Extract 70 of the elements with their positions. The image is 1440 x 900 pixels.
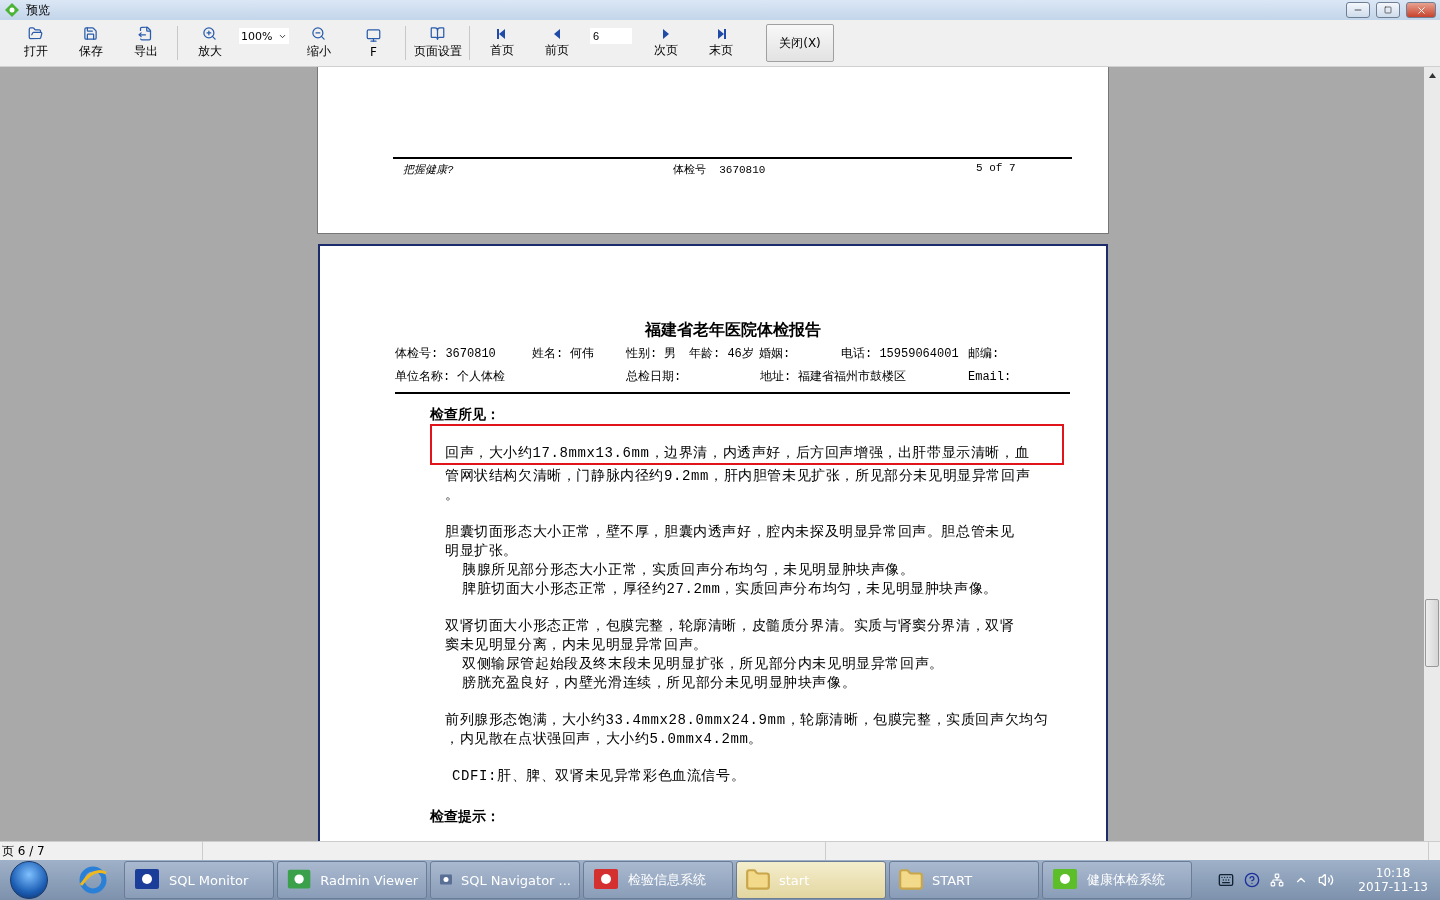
toolbar-button[interactable]: 缩小 (291, 20, 346, 66)
info-field: 邮编: (968, 345, 1028, 362)
section-heading: 检查所见： (430, 406, 501, 424)
info-field: 姓名: 何伟 (532, 345, 626, 362)
folder-icon (745, 867, 771, 893)
folder-icon (28, 26, 43, 41)
report-line: 双肾切面大小形态正常，包膜完整，轮廓清晰，皮髓质分界清。实质与肾窦分界清，双肾 (445, 617, 1016, 636)
footer-page-count: 5 of 7 (976, 162, 1017, 176)
toolbar-button[interactable]: 页面设置 (410, 20, 465, 66)
zoom-out-icon (311, 26, 326, 41)
footer-slogan: 把握健康? (403, 163, 455, 177)
save-icon (83, 26, 98, 41)
book-icon (430, 26, 445, 41)
volume-icon[interactable] (1318, 872, 1335, 888)
close-button[interactable]: 关闭(X) (766, 24, 834, 62)
report-title: 福建省老年医院体检报告 (643, 320, 822, 341)
toolbar-button[interactable]: 次页 (638, 20, 693, 66)
toolbar-button[interactable]: 打开 (8, 20, 63, 66)
close-icon (1415, 4, 1427, 16)
toolbar-button[interactable]: 末页 (693, 20, 748, 66)
maximize-icon (1384, 6, 1392, 14)
page-number-field[interactable]: 6 (590, 28, 632, 44)
info-field: 年龄: 46岁 (689, 345, 759, 362)
monitor-icon (366, 27, 381, 43)
report-line: 回声，大小约17.8mmx13.6mm，边界清，内透声好，后方回声增强，出肝带显示清晰，血 (445, 444, 1031, 463)
scroll-up-icon[interactable] (1428, 72, 1436, 78)
network-icon[interactable] (1270, 873, 1285, 887)
window-title: 预览 (26, 1, 51, 19)
section-heading: 检查提示： (430, 808, 501, 826)
toolbar-button[interactable]: 保存 (63, 20, 118, 66)
folder-icon (898, 867, 924, 893)
zoom-select[interactable]: 100% (239, 28, 289, 44)
export-icon (138, 26, 153, 41)
start-button[interactable] (10, 861, 48, 899)
app-logo-icon (4, 2, 20, 18)
toolbar-button[interactable]: 放大 (182, 20, 237, 66)
toolbar-button[interactable]: 导出 (118, 20, 173, 66)
info-field: 婚姻: (759, 345, 841, 362)
report-line: 双侧输尿管起始段及终末段未见明显扩张，所见部分内未见明显异常回声。 (461, 655, 945, 674)
toolbar-button[interactable]: F (346, 20, 401, 66)
report-line: 明显扩张。 (445, 542, 519, 561)
minimize-button[interactable] (1346, 2, 1370, 18)
report-line: 胰腺所见部分形态大小正常，实质回声分布均匀，未见明显肿块声像。 (461, 561, 916, 580)
first-page-icon (495, 27, 508, 40)
toolbar-button[interactable]: 首页 (474, 20, 529, 66)
report-line: 窦未见明显分离，内未见明显异常回声。 (445, 636, 709, 655)
footer-exam-number: 体检号 3670810 (673, 163, 767, 177)
keyboard-icon[interactable] (1218, 872, 1235, 888)
info-field: 地址: 福建省福州市鼓楼区 (760, 368, 968, 385)
report-line: 前列腺形态饱满，大小约33.4mmx28.0mmx24.9mm，轮廓清晰，包膜完整，实质回声欠均匀 (445, 711, 1050, 730)
info-field: 单位名称: 个人体检 (395, 368, 626, 385)
report-line: ，内见散在点状强回声，大小约5.0mmx4.2mm。 (445, 730, 764, 749)
close-window-button[interactable] (1406, 2, 1436, 18)
report-line: 脾脏切面大小形态正常，厚径约27.2mm，实质回声分布均匀，未见明显肿块声像。 (461, 580, 999, 599)
scroll-thumb[interactable] (1425, 599, 1439, 667)
maximize-button[interactable] (1376, 2, 1400, 18)
help-icon[interactable] (1244, 872, 1261, 888)
report-line: CDFI:肝、脾、双肾未见异常彩色血流信号。 (451, 767, 747, 786)
info-field: Email: (968, 369, 1048, 384)
info-field: 总检日期: (626, 368, 760, 385)
report-line: 膀胱充盈良好，内壁光滑连续，所见部分未见明显肿块声像。 (461, 674, 858, 693)
info-field: 体检号: 3670810 (395, 345, 532, 362)
info-field: 电话: 15959064001 (841, 345, 968, 362)
info-field: 性别: 男 (626, 345, 689, 362)
scrollbar[interactable] (1424, 67, 1440, 841)
report-line: 胆囊切面形态大小正常，壁不厚，胆囊内透声好，腔内未探及明显异常回声。胆总管未见 (445, 523, 1016, 542)
zoom-in-icon (202, 26, 217, 41)
report-line: 管网状结构欠清晰，门静脉内径约9.2mm，肝内胆管未见扩张，所见部分未见明显异常回声 (445, 467, 1032, 486)
toolbar-button[interactable]: 前页 (529, 20, 584, 66)
report-line: 。 (445, 486, 461, 505)
